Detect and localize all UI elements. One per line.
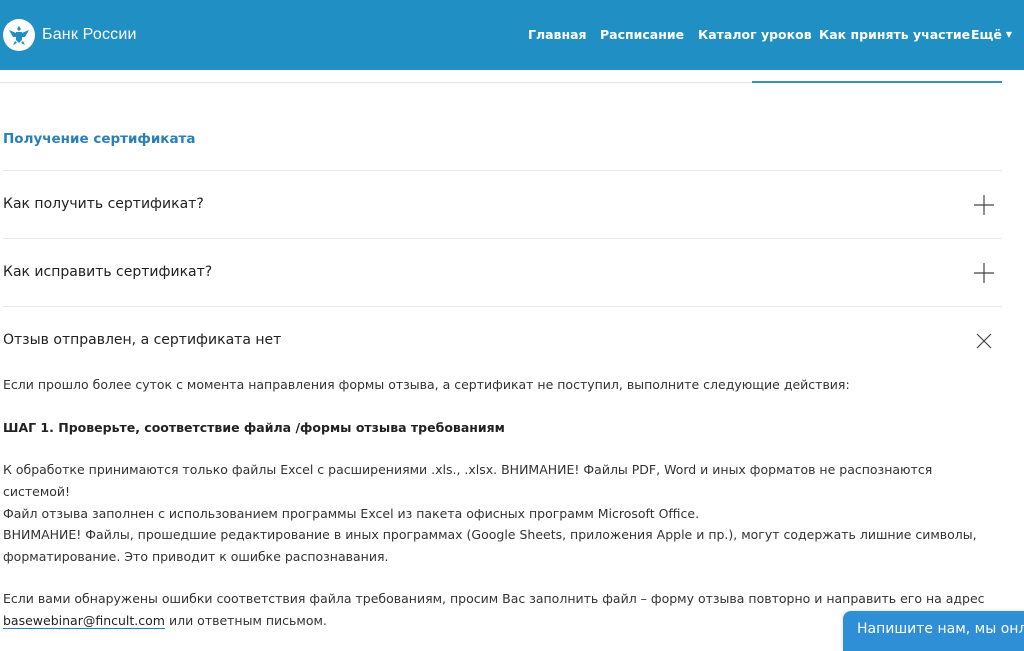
answer-paragraph-3-tail: или ответным письмом. [164, 613, 327, 628]
answer-paragraph-1-line-1: К обработке принимаются только файлы Exc… [3, 462, 933, 499]
section-title: Получение сертификата [3, 131, 196, 147]
faq-answer-step: ШАГ 1. Проверьте, соответствие файла /фо… [3, 417, 1003, 439]
site-header: Банк России Главная Расписание Каталог у… [0, 0, 1024, 70]
faq-question-no-certificate[interactable]: Отзыв отправлен, а сертификата нет [3, 332, 281, 348]
faq-answer-paragraph: ВНИМАНИЕ! Файлы, прошедшие редактировани… [3, 524, 1003, 568]
chevron-down-icon: ▼ [1005, 30, 1012, 39]
faq-divider [3, 306, 1002, 307]
faq-answer-paragraph: К обработке принимаются только файлы Exc… [3, 459, 1003, 525]
brand-name: Банк России [42, 26, 137, 43]
answer-intro: Если прошло более суток с момента направ… [3, 377, 850, 392]
close-icon[interactable] [972, 329, 996, 353]
nav-item-schedule[interactable]: Расписание [600, 27, 684, 42]
nav-item-more-label: Ещё [971, 27, 1002, 42]
plus-icon[interactable] [972, 261, 996, 285]
answer-paragraph-3-line-1: Если вами обнаружены ошибки соответствия… [3, 591, 985, 606]
nav-item-catalog[interactable]: Каталог уроков [698, 27, 812, 42]
brand-logo-link[interactable]: Банк России [3, 19, 137, 51]
nav-item-more[interactable]: Ещё ▼ [971, 27, 1012, 42]
nav-item-how-to-participate[interactable]: Как принять участие [819, 27, 970, 42]
faq-question-get-certificate[interactable]: Как получить сертификат? [3, 196, 204, 212]
eagle-emblem-icon [3, 19, 35, 51]
answer-paragraph-1-line-2: Файл отзыва заполнен с использованием пр… [3, 506, 700, 521]
faq-divider [3, 170, 1002, 171]
answer-step-1: ШАГ 1. Проверьте, соответствие файла /фо… [3, 420, 505, 435]
faq-answer: Если прошло более суток с момента направ… [3, 374, 1003, 396]
nav-item-home[interactable]: Главная [528, 27, 587, 42]
answer-paragraph-2-line-1: ВНИМАНИЕ! Файлы, прошедшие редактировани… [3, 527, 977, 542]
email-link[interactable]: basewebinar@fincult.com [3, 613, 165, 629]
plus-icon[interactable] [972, 193, 996, 217]
faq-divider [3, 238, 1002, 239]
chat-widget-button[interactable]: Напишите нам, мы онлайн! [843, 611, 1024, 651]
faq-question-fix-certificate[interactable]: Как исправить сертификат? [3, 264, 212, 280]
answer-paragraph-2-line-2: форматирование. Это приводит к ошибке ра… [3, 549, 389, 564]
active-tab-indicator [752, 81, 1002, 83]
